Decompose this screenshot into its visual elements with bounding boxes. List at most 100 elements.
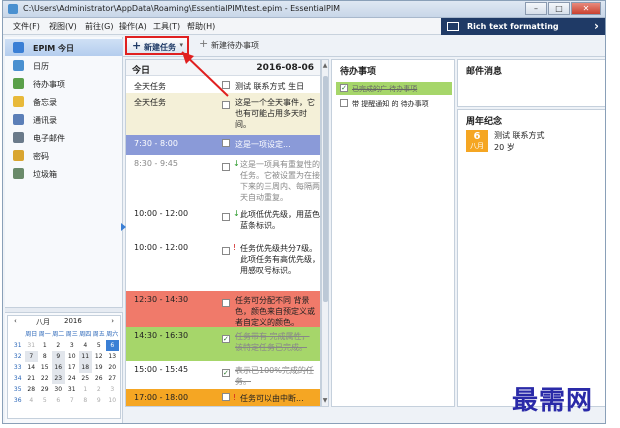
calendar-day[interactable]: 12 [92, 351, 106, 362]
todo-checkbox[interactable] [340, 99, 348, 107]
calendar-day[interactable]: 22 [38, 373, 52, 384]
calendar-day[interactable]: 8 [38, 351, 52, 362]
chevron-down-icon[interactable]: ▾ [179, 41, 183, 49]
chevron-right-icon[interactable]: › [594, 19, 599, 33]
sidebar-item-passwords[interactable]: 密码 [5, 147, 123, 164]
next-month-icon[interactable]: › [111, 317, 114, 325]
calendar-day[interactable]: 7 [65, 395, 79, 406]
calendar-day[interactable]: 7 [24, 351, 38, 362]
weekday-header: 周三 [65, 331, 78, 338]
calendar-day[interactable]: 25 [79, 373, 93, 384]
today-row[interactable]: 全天任务 测试 联系方式 生日 [126, 77, 320, 93]
calendar-day[interactable]: 14 [25, 362, 39, 373]
sidebar-item-today[interactable]: EPIM 今日 [5, 39, 123, 56]
new-todo-button[interactable]: + 新建待办事项 [199, 37, 279, 54]
menu-tools[interactable]: 工具(T) [153, 21, 180, 32]
anniversary-contact[interactable]: 测试 联系方式 [494, 130, 545, 141]
calendar-day[interactable]: 5 [92, 340, 106, 351]
calendar-day[interactable]: 9 [92, 395, 106, 406]
menu-go[interactable]: 前往(G) [85, 21, 113, 32]
today-row[interactable]: 17:00 - 18:00! 任务可以由中断... [126, 389, 320, 406]
calendar-day[interactable]: 2 [92, 384, 106, 395]
sidebar-item-contacts[interactable]: 通讯录 [5, 111, 123, 128]
high-priority-icon: ! [233, 243, 237, 252]
calendar-day[interactable]: 15 [38, 362, 52, 373]
calendar-day[interactable]: 20 [106, 362, 120, 373]
calendar-day[interactable]: 4 [25, 395, 39, 406]
calendar-day[interactable]: 2 [52, 340, 66, 351]
sidebar-item-trash[interactable]: 垃圾箱 [5, 165, 123, 182]
minimize-button[interactable]: – [525, 2, 547, 15]
calendar-day[interactable]: 9 [51, 351, 65, 362]
task-checkbox[interactable] [222, 247, 230, 255]
calendar-day[interactable]: 21 [25, 373, 39, 384]
calendar-day[interactable]: 3 [65, 340, 79, 351]
close-button[interactable]: ✕ [571, 2, 601, 15]
calendar-day[interactable]: 1 [79, 384, 93, 395]
today-row[interactable]: 12:30 - 14:30 任务可分配不同 背景色，颜色来自预定义或者自定义的颜色… [126, 291, 320, 327]
calendar-day[interactable]: 6 [105, 340, 119, 351]
menu-view[interactable]: 视图(V) [49, 21, 77, 32]
calendar-day[interactable]: 29 [38, 384, 52, 395]
sidebar-item-notes[interactable]: 备忘录 [5, 93, 123, 110]
todo-item[interactable]: 带 提醒通知 的 待办事项 [336, 97, 452, 110]
calendar-day[interactable]: 3 [106, 384, 120, 395]
task-checkbox[interactable] [222, 299, 230, 307]
task-checkbox[interactable]: ✓ [222, 335, 230, 343]
todo-checkbox[interactable]: ✓ [340, 84, 348, 92]
today-row[interactable]: 15:00 - 15:45 ✓ 表示已100%完成的任务。 [126, 361, 320, 389]
task-checkbox[interactable] [222, 139, 230, 147]
calendar-day[interactable]: 27 [106, 373, 120, 384]
sidebar-item-todo[interactable]: 待办事项 [5, 75, 123, 92]
task-checkbox[interactable] [222, 101, 230, 109]
new-task-button[interactable]: + 新建任务 ▾ [125, 36, 189, 55]
new-todo-label: 新建待办事项 [211, 41, 259, 50]
sidebar-splitter[interactable] [5, 307, 123, 313]
rich-text-panel-tab[interactable]: Rich text formatting › [441, 18, 605, 35]
menu-help[interactable]: 帮助(H) [187, 21, 215, 32]
scroll-down-icon[interactable]: ▼ [322, 397, 328, 404]
calendar-day[interactable]: 10 [106, 395, 120, 406]
task-checkbox[interactable] [222, 81, 230, 89]
calendar-day[interactable]: 16 [51, 362, 65, 373]
calendar-day[interactable]: 8 [79, 395, 93, 406]
calendar-day[interactable]: 26 [92, 373, 106, 384]
calendar-day[interactable]: 30 [52, 384, 66, 395]
today-row[interactable]: 10:00 - 12:00 ↓ 此项低优先级，用蓝色蓝条标识。 [126, 205, 320, 239]
calendar-day[interactable]: 31 [65, 384, 79, 395]
calendar-day[interactable]: 13 [106, 351, 120, 362]
calendar-day[interactable]: 28 [25, 384, 39, 395]
calendar-day[interactable]: 31 [25, 340, 39, 351]
maximize-button[interactable]: □ [548, 2, 570, 15]
calendar-day[interactable]: 11 [78, 351, 92, 362]
calendar-day[interactable]: 6 [52, 395, 66, 406]
today-row[interactable]: 8:30 - 9:45 ↓ 这是一项具有重复性的任务。它被设置为在接下来的三周内、每… [126, 155, 320, 205]
task-checkbox[interactable] [222, 393, 230, 401]
calendar-day[interactable]: 1 [38, 340, 52, 351]
calendar-day[interactable]: 4 [79, 340, 93, 351]
prev-month-icon[interactable]: ‹ [14, 317, 17, 325]
today-scrollbar[interactable]: ▲ ▼ [321, 59, 329, 407]
today-row[interactable]: 全天任务 这是一个全天事件，它也有可能占用多天时间。 [126, 93, 320, 135]
todo-item[interactable]: ✓ 已完成的广 待办事项 [336, 82, 452, 95]
task-checkbox[interactable]: ✓ [222, 369, 230, 377]
calendar-day[interactable]: 10 [65, 351, 79, 362]
task-checkbox[interactable] [222, 213, 230, 221]
sidebar-item-calendar[interactable]: 日历 [5, 57, 123, 74]
calendar-day[interactable]: 23 [51, 373, 65, 384]
sidebar-item-email[interactable]: 电子邮件 [5, 129, 123, 146]
row-text: 表示已100%完成的任务。 [235, 366, 314, 386]
today-row[interactable]: 7:30 - 8:00 这是一项设定... [126, 135, 320, 155]
menu-action[interactable]: 操作(A) [119, 21, 147, 32]
calendar-day[interactable]: 5 [38, 395, 52, 406]
calendar-day[interactable]: 17 [65, 362, 79, 373]
scroll-thumb[interactable] [323, 76, 328, 302]
calendar-day[interactable]: 24 [65, 373, 79, 384]
task-checkbox[interactable] [222, 163, 230, 171]
calendar-day[interactable]: 19 [92, 362, 106, 373]
today-row[interactable]: 14:30 - 16:30 ✓ 任务带有 完成属性，该特定任务已完成。 [126, 327, 320, 361]
calendar-day[interactable]: 18 [78, 362, 92, 373]
today-row[interactable]: 10:00 - 12:00! 任务优先级共分7级。此项任务有高优先级，用感叹号标识… [126, 239, 320, 291]
scroll-up-icon[interactable]: ▲ [322, 62, 328, 69]
menu-file[interactable]: 文件(F) [13, 21, 40, 32]
